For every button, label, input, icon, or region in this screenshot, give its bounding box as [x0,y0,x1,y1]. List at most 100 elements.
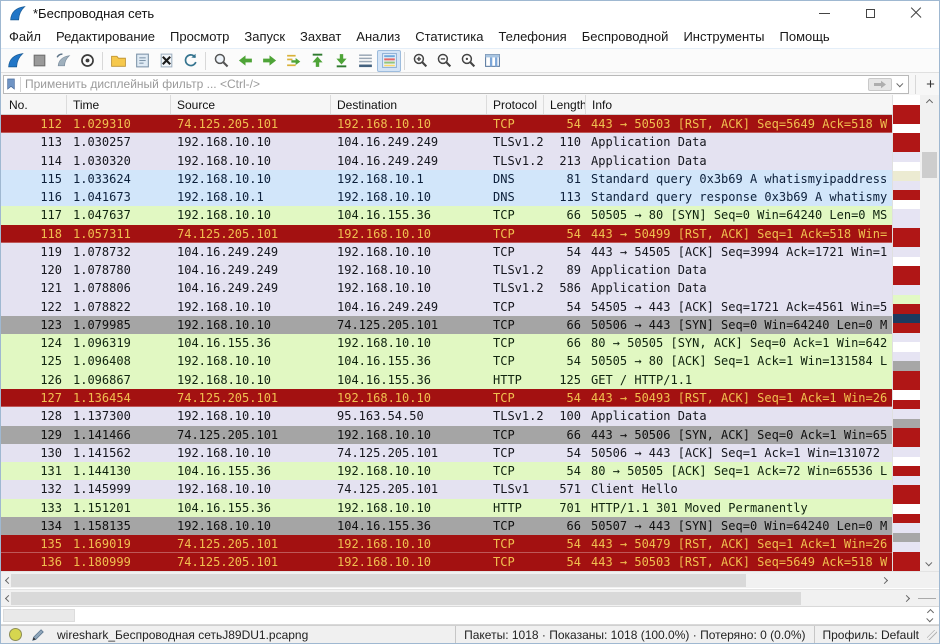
packet-row-114[interactable]: 1141.030320192.168.10.10104.16.249.249TL… [1,152,892,170]
profile-label[interactable]: Профиль: Default [814,626,928,643]
packet-row-127[interactable]: 1271.13645474.125.205.101192.168.10.10TC… [1,389,892,407]
scroll-right-button[interactable] [899,590,913,606]
packet-row-124[interactable]: 1241.096319104.16.155.36192.168.10.10TCP… [1,334,892,352]
packet-row-129[interactable]: 1291.14146674.125.205.101192.168.10.10TC… [1,426,892,444]
column-header-length[interactable]: Length [544,95,586,114]
chevron-down-icon [896,80,903,87]
menu-item-7[interactable]: Статистика [415,29,483,44]
apply-filter-button[interactable] [868,78,892,91]
vertical-scrollbar[interactable] [920,95,939,571]
menu-item-1[interactable]: Файл [9,29,41,44]
packet-list-hscrollbar[interactable] [1,571,939,588]
cell-length: 701 [544,499,586,517]
close-file-button[interactable] [154,50,178,72]
packet-row-121[interactable]: 1211.078806104.16.249.249192.168.10.10TL… [1,279,892,297]
find-packet-button[interactable] [209,50,233,72]
packet-row-119[interactable]: 1191.078732104.16.249.249192.168.10.10TC… [1,243,892,261]
resize-columns-button[interactable] [480,50,504,72]
capture-options-button[interactable] [75,50,99,72]
reload-file-button[interactable] [178,50,202,72]
scroll-up-button[interactable] [920,95,939,110]
column-header-protocol[interactable]: Protocol [487,95,544,114]
vertical-scroll-thumb[interactable] [922,152,937,178]
go-to-packet-button[interactable] [281,50,305,72]
packet-row-122[interactable]: 1221.078822192.168.10.10104.16.249.249TC… [1,298,892,316]
zoom-in-button[interactable] [408,50,432,72]
packet-row-126[interactable]: 1261.096867192.168.10.10104.16.155.36HTT… [1,371,892,389]
cell-no: 112 [1,115,67,133]
capture-comment-icon[interactable] [31,628,45,642]
main-toolbar [1,48,939,72]
packet-row-136[interactable]: 1361.18099974.125.205.101192.168.10.10TC… [1,553,892,571]
bookmark-icon[interactable] [6,77,21,92]
packet-row-115[interactable]: 1151.033624192.168.10.10192.168.10.1DNS8… [1,170,892,188]
stop-capture-button[interactable] [27,50,51,72]
menu-item-2[interactable]: Редактирование [56,29,155,44]
minimize-button[interactable] [801,1,847,25]
packet-row-112[interactable]: 1121.02931074.125.205.101192.168.10.10TC… [1,115,892,133]
hscroll-thumb[interactable] [11,574,746,587]
column-header-source[interactable]: Source [171,95,331,114]
packet-row-132[interactable]: 1321.145999192.168.10.1074.125.205.101TL… [1,480,892,498]
menu-item-3[interactable]: Просмотр [170,29,229,44]
go-back-button[interactable] [233,50,257,72]
menu-item-8[interactable]: Телефония [498,29,566,44]
column-header-destination[interactable]: Destination [331,95,487,114]
packet-row-130[interactable]: 1301.141562192.168.10.1074.125.205.101TC… [1,444,892,462]
packet-row-117[interactable]: 1171.047637192.168.10.10104.16.155.36TCP… [1,206,892,224]
cell-no: 135 [1,535,67,553]
close-button[interactable] [893,1,939,25]
maximize-button[interactable] [847,1,893,25]
cell-destination: 192.168.10.10 [331,334,487,352]
packet-row-116[interactable]: 1161.041673192.168.10.1192.168.10.10DNS1… [1,188,892,206]
hscroll-thumb[interactable] [11,592,801,605]
scroll-right-button[interactable] [877,572,891,588]
menu-item-11[interactable]: Помощь [780,29,830,44]
packet-row-123[interactable]: 1231.079985192.168.10.1074.125.205.101TC… [1,316,892,334]
menu-item-4[interactable]: Запуск [244,29,285,44]
cell-source: 104.16.249.249 [171,261,331,279]
packet-minimap[interactable] [892,95,920,571]
packet-row-120[interactable]: 1201.078780104.16.249.249192.168.10.10TL… [1,261,892,279]
restart-capture-button[interactable] [51,50,75,72]
splitter-handle[interactable] [918,598,936,599]
go-last-packet-button[interactable] [329,50,353,72]
scroll-down-button[interactable] [920,556,939,571]
cell-length: 100 [544,407,586,425]
save-file-button[interactable] [130,50,154,72]
column-header-no[interactable]: No. [1,95,67,114]
resize-grip[interactable] [927,630,937,640]
cell-source: 104.16.249.249 [171,279,331,297]
packet-row-133[interactable]: 1331.151201104.16.155.36192.168.10.10HTT… [1,499,892,517]
packet-row-131[interactable]: 1311.144130104.16.155.36192.168.10.10TCP… [1,462,892,480]
tiny-vertical-scrollbar[interactable] [924,608,936,624]
zoom-out-button[interactable] [432,50,456,72]
packet-row-134[interactable]: 1341.158135192.168.10.10104.16.155.36TCP… [1,517,892,535]
go-first-packet-button[interactable] [305,50,329,72]
auto-scroll-button[interactable] [353,50,377,72]
menu-item-5[interactable]: Захват [300,29,341,44]
detail-pane-hscrollbar[interactable] [1,589,939,606]
display-filter-field[interactable] [3,75,909,94]
display-filter-input[interactable] [25,77,868,91]
vertical-scroll-track[interactable] [920,110,939,556]
packet-row-125[interactable]: 1251.096408192.168.10.10104.16.155.36TCP… [1,352,892,370]
packet-row-118[interactable]: 1181.05731174.125.205.101192.168.10.10TC… [1,225,892,243]
packet-row-128[interactable]: 1281.137300192.168.10.1095.163.54.50TLSv… [1,407,892,425]
menu-item-10[interactable]: Инструменты [683,29,764,44]
minimap-stripe [893,457,920,467]
zoom-original-button[interactable] [456,50,480,72]
packet-row-113[interactable]: 1131.030257192.168.10.10104.16.249.249TL… [1,133,892,151]
column-header-info[interactable]: Info [586,95,892,114]
colorize-packets-button[interactable] [377,50,401,72]
column-header-time[interactable]: Time [67,95,171,114]
add-filter-button[interactable]: + [915,75,937,94]
open-file-button[interactable] [106,50,130,72]
filter-dropdown-button[interactable] [894,77,906,92]
packet-row-135[interactable]: 1351.16901974.125.205.101192.168.10.10TC… [1,535,892,553]
menu-item-6[interactable]: Анализ [356,29,400,44]
expert-info-icon[interactable] [9,628,22,641]
start-capture-button[interactable] [3,50,27,72]
menu-item-9[interactable]: Беспроводной [582,29,669,44]
go-forward-button[interactable] [257,50,281,72]
